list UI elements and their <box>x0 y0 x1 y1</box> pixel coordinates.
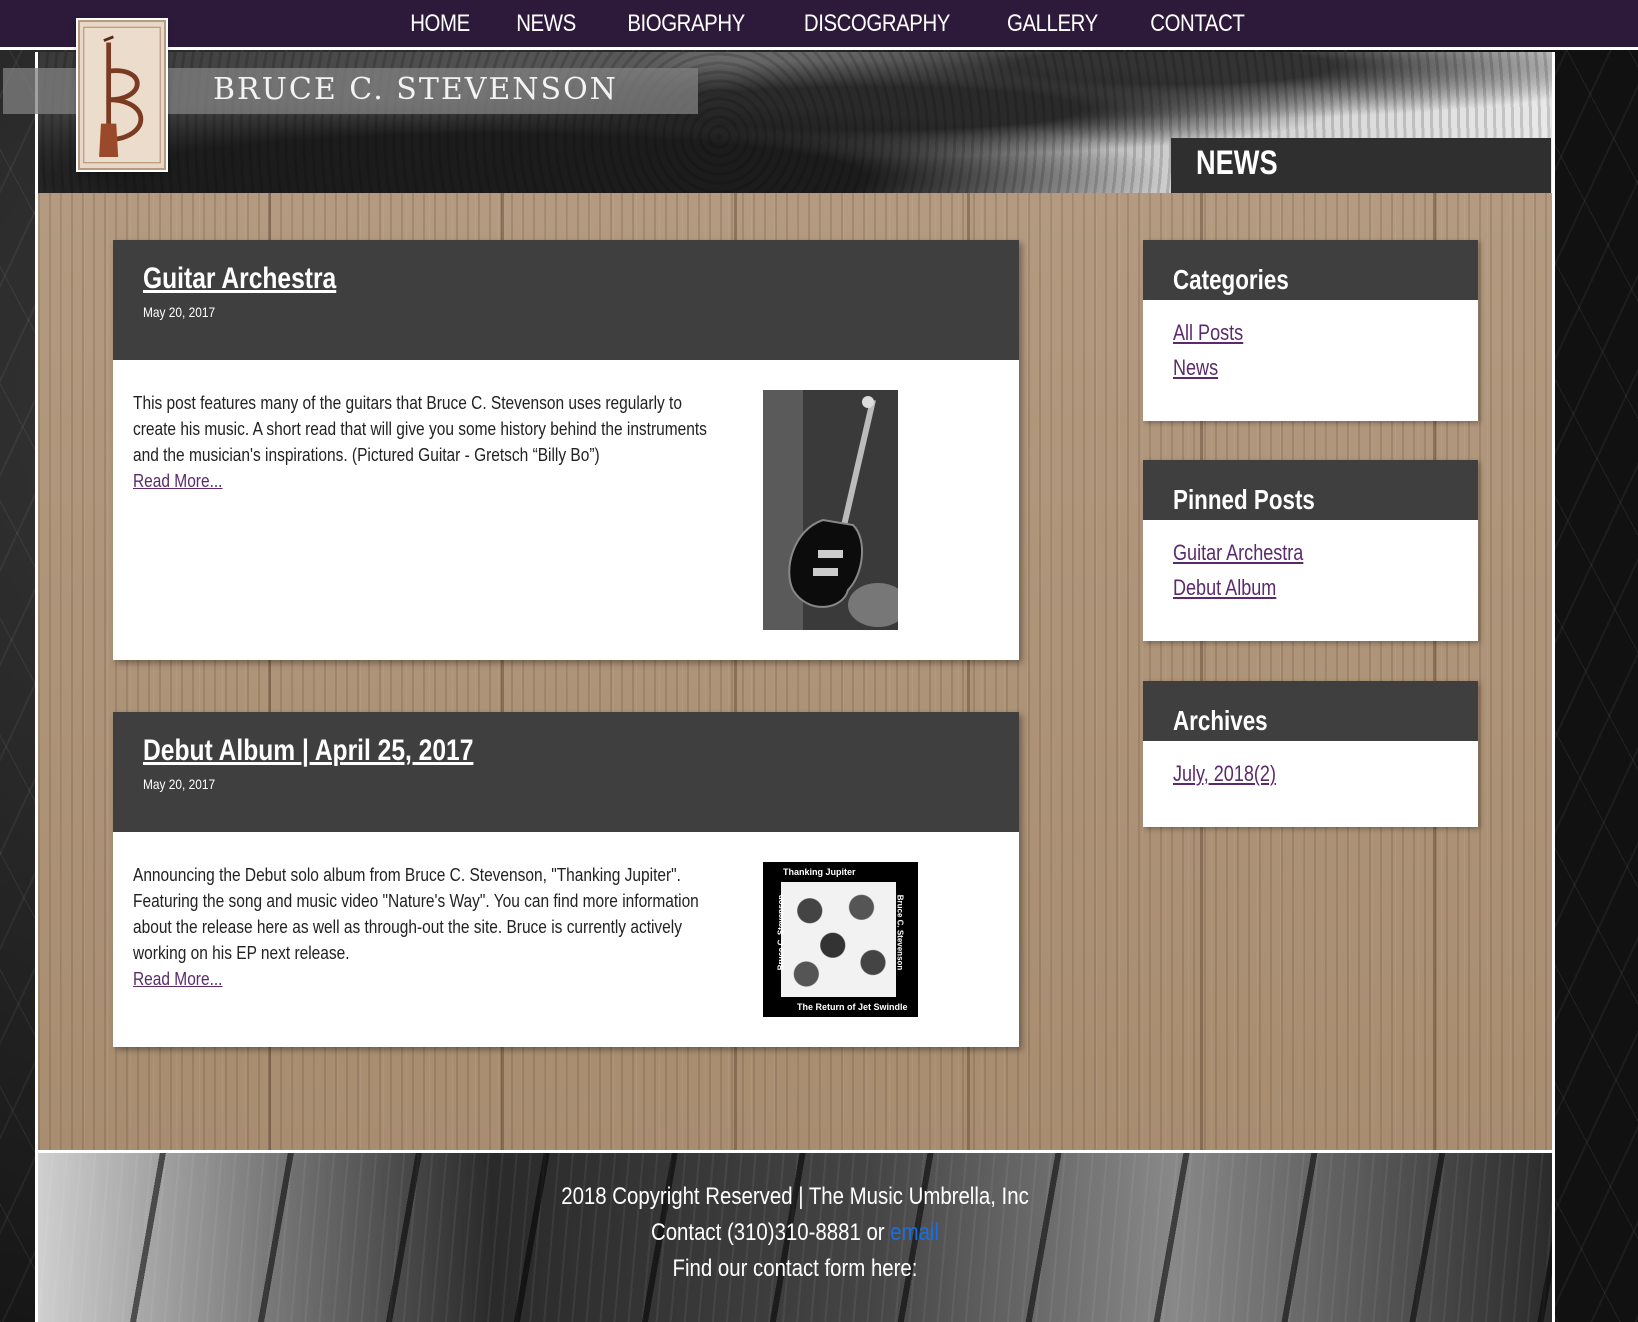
album-cover-bottom-text: The Return of Jet Swindle <box>797 1002 908 1012</box>
footer-contact-text: Contact (310)310-8881 or <box>650 1219 885 1246</box>
categories-widget: Categories All Posts News <box>1143 240 1478 421</box>
album-cover-photo <box>781 882 896 997</box>
site-logo[interactable] <box>78 20 166 170</box>
widget-body: July, 2018(2) <box>1143 741 1478 827</box>
nav-gallery[interactable]: GALLERY <box>1007 10 1098 38</box>
post-excerpt: This post features many of the guitars t… <box>133 390 726 494</box>
widget-body: All Posts News <box>1143 300 1478 421</box>
footer-email-link[interactable]: email <box>890 1219 939 1246</box>
site-title[interactable]: BRUCE C. STEVENSON <box>213 72 618 107</box>
footer-copyright: 2018 Copyright Reserved | The Music Umbr… <box>561 1183 1029 1210</box>
post-body: Announcing the Debut solo album from Bru… <box>113 832 1019 1047</box>
page-title: NEWS <box>1196 144 1278 182</box>
category-link-news[interactable]: News <box>1173 355 1218 381</box>
album-cover-side-text: Bruce C. Stevenson <box>776 894 786 971</box>
post-body: This post features many of the guitars t… <box>113 360 1019 660</box>
read-more-link[interactable]: Read More... <box>133 468 222 494</box>
post-excerpt: Announcing the Debut solo album from Bru… <box>133 862 726 992</box>
guitar-icon <box>763 390 898 630</box>
guitar-photo[interactable] <box>763 390 898 630</box>
post-excerpt-text: Announcing the Debut solo album from Bru… <box>133 865 699 963</box>
top-navigation: HOME NEWS BIOGRAPHY DISCOGRAPHY GALLERY … <box>0 0 1638 50</box>
site-footer: 2018 Copyright Reserved | The Music Umbr… <box>38 1150 1552 1322</box>
album-cover-side-text: Bruce C. Stevenson <box>895 894 905 971</box>
post-header: Debut Album | April 25, 2017 May 20, 201… <box>113 712 1019 832</box>
nav-home[interactable]: HOME <box>410 10 470 38</box>
post-card: Guitar Archestra May 20, 2017 This post … <box>113 240 1019 660</box>
widget-title: Categories <box>1173 264 1289 295</box>
pinned-posts-widget: Pinned Posts Guitar Archestra Debut Albu… <box>1143 460 1478 641</box>
page-heading-box: NEWS <box>1171 138 1551 193</box>
pinned-link-guitar-archestra[interactable]: Guitar Archestra <box>1173 540 1303 566</box>
main-frame: NEWS BRUCE C. STEVENSON Guitar Archestra… <box>3 20 1555 1322</box>
widget-title: Pinned Posts <box>1173 484 1315 515</box>
nav-news[interactable]: NEWS <box>516 10 576 38</box>
album-cover-top-text: Thanking Jupiter <box>783 867 856 877</box>
post-date: May 20, 2017 <box>143 304 216 320</box>
nav-contact[interactable]: CONTACT <box>1150 10 1245 38</box>
album-cover-image[interactable]: Thanking Jupiter Bruce C. Stevenson Bruc… <box>763 862 918 1017</box>
widget-header: Pinned Posts <box>1143 460 1478 520</box>
nav-discography[interactable]: DISCOGRAPHY <box>804 10 951 38</box>
widget-header: Categories <box>1143 240 1478 300</box>
widget-title: Archives <box>1173 705 1268 736</box>
archive-link-july-2018[interactable]: July, 2018(2) <box>1173 761 1276 787</box>
post-title-link[interactable]: Guitar Archestra <box>143 262 336 296</box>
pinned-link-debut-album[interactable]: Debut Album <box>1173 575 1276 601</box>
widget-body: Guitar Archestra Debut Album <box>1143 520 1478 641</box>
nav-biography[interactable]: BIOGRAPHY <box>628 10 746 38</box>
footer-contact-line: Contact (310)310-8881 or email <box>152 1215 1439 1251</box>
post-card: Debut Album | April 25, 2017 May 20, 201… <box>113 712 1019 1047</box>
guitar-b-logo-icon <box>83 26 161 164</box>
widget-header: Archives <box>1143 681 1478 741</box>
category-link-all-posts[interactable]: All Posts <box>1173 320 1243 346</box>
read-more-link[interactable]: Read More... <box>133 966 222 992</box>
post-excerpt-text: This post features many of the guitars t… <box>133 393 707 465</box>
archives-widget: Archives July, 2018(2) <box>1143 681 1478 827</box>
post-date: May 20, 2017 <box>143 776 216 792</box>
post-title-link[interactable]: Debut Album | April 25, 2017 <box>143 734 473 768</box>
footer-form-line: Find our contact form here: <box>672 1255 918 1282</box>
post-header: Guitar Archestra May 20, 2017 <box>113 240 1019 360</box>
